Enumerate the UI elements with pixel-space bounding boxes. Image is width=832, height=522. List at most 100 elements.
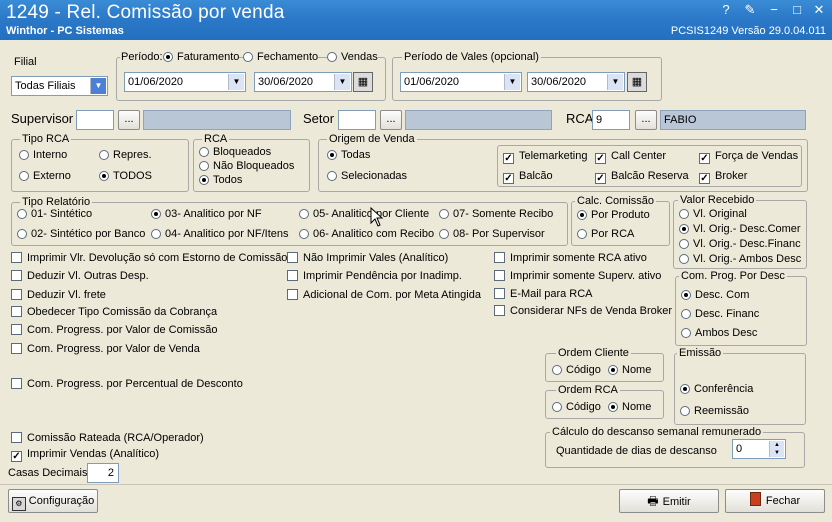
config-icon: ⚙ [11, 497, 26, 511]
tipo-rca-externo-radio[interactable]: Externo [19, 170, 71, 183]
emissao-label: Emissão [677, 346, 724, 360]
check-nao-imprimir-vales[interactable]: Não Imprimir Vales (Analítico) [287, 252, 448, 265]
casas-decimais-label: Casas Decimais [8, 467, 88, 479]
chevron-down-icon[interactable]: ▼ [504, 74, 520, 90]
ordem-cliente-label: Ordem Cliente [556, 346, 631, 360]
setor-code-field[interactable] [338, 110, 376, 130]
rca-code-field[interactable]: 9 [592, 110, 630, 130]
spinner-arrows-icon[interactable]: ▲ ▼ [769, 441, 784, 457]
check-progress-percentual-desconto[interactable]: Com. Progress. por Percentual de Descont… [11, 378, 243, 391]
maximize-icon[interactable]: □ [787, 2, 807, 18]
help-icon[interactable]: ? [716, 2, 736, 18]
edit-icon[interactable]: ✎ [740, 2, 760, 18]
check-devolucao-estorno[interactable]: Imprimir Vlr. Devolução só com Estorno d… [11, 252, 287, 265]
rca-search-button[interactable]: ... [635, 110, 657, 130]
periodo-fechamento-radio[interactable]: Fechamento [243, 51, 319, 64]
tipo-rca-group: Tipo RCA [11, 132, 189, 192]
check-comissao-rateada[interactable]: Comissão Rateada (RCA/Operador) [11, 432, 204, 445]
ordem-rca-codigo-radio[interactable]: Código [552, 401, 601, 414]
check-email-rca[interactable]: E-Mail para RCA [494, 288, 593, 301]
check-nfs-venda-broker[interactable]: Considerar NFs de Venda Broker [494, 305, 672, 318]
origem-forca-vendas-check[interactable]: ✓ Força de Vendas [699, 150, 798, 164]
calc-por-rca-radio[interactable]: Por RCA [577, 228, 634, 241]
relatorio-06-radio[interactable]: 06- Analitico com Recibo [299, 228, 434, 241]
exit-door-icon [749, 492, 761, 506]
rca-name-field: FABIO [660, 110, 806, 130]
ordem-cliente-codigo-radio[interactable]: Código [552, 364, 601, 377]
rca-label: RCA [566, 111, 594, 126]
check-adicional-meta[interactable]: Adicional de Com. por Meta Atingida [287, 289, 481, 302]
relatorio-01-radio[interactable]: 01- Sintético [17, 208, 92, 221]
rca-todos-radio[interactable]: Todos [199, 174, 242, 187]
setor-search-button[interactable]: ... [380, 110, 402, 130]
casas-decimais-field[interactable]: 2 [87, 463, 119, 483]
origem-telemarketing-check[interactable]: ✓ Telemarketing [503, 150, 587, 164]
com-prog-desc-financ-radio[interactable]: Desc. Financ [681, 308, 759, 321]
check-obedecer-tipo-comissao[interactable]: Obedecer Tipo Comissão da Cobrança [11, 306, 217, 319]
check-somente-superv-ativo[interactable]: Imprimir somente Superv. ativo [494, 270, 661, 283]
relatorio-07-radio[interactable]: 07- Somente Recibo [439, 208, 553, 221]
relatorio-03-radio[interactable]: 03- Analitico por NF [151, 208, 262, 221]
emitir-button[interactable]: 🖶 Emitir [619, 489, 719, 513]
chevron-down-icon[interactable]: ▼ [90, 78, 106, 94]
descanso-qtd-label: Quantidade de dias de descanso [556, 445, 717, 457]
check-progress-valor-comissao[interactable]: Com. Progress. por Valor de Comissão [11, 324, 218, 337]
rca-nao-bloqueados-radio[interactable]: Não Bloqueados [199, 160, 294, 173]
calc-por-produto-radio[interactable]: Por Produto [577, 209, 650, 222]
origem-todas-radio[interactable]: Todas [327, 149, 370, 162]
relatorio-05-radio[interactable]: 05- Analitico por Cliente [299, 208, 429, 221]
ordem-cliente-nome-radio[interactable]: Nome [608, 364, 651, 377]
check-progress-valor-venda[interactable]: Com. Progress. por Valor de Venda [11, 343, 200, 356]
ordem-rca-nome-radio[interactable]: Nome [608, 401, 651, 414]
relatorio-08-radio[interactable]: 08- Por Supervisor [439, 228, 545, 241]
origem-call-center-check[interactable]: ✓ Call Center [595, 150, 666, 164]
origem-broker-check[interactable]: ✓ Broker [699, 170, 747, 184]
valor-ambos-desc-radio[interactable]: Vl. Orig.- Ambos Desc [679, 253, 801, 266]
check-pendencia-inadimp[interactable]: Imprimir Pendência por Inadimp. [287, 270, 462, 283]
tipo-rca-todos-radio[interactable]: TODOS [99, 170, 152, 183]
origem-selecionadas-radio[interactable]: Selecionadas [327, 170, 407, 183]
descanso-label: Cálculo do descanso semanal remunerado [550, 425, 764, 439]
supervisor-code-field[interactable] [76, 110, 114, 130]
check-somente-rca-ativo[interactable]: Imprimir somente RCA ativo [494, 252, 647, 265]
fechar-button[interactable]: Fechar [725, 489, 825, 513]
setor-name-field [405, 110, 552, 130]
emissao-reemissao-radio[interactable]: Reemissão [680, 405, 749, 418]
check-deduzir-outras-desp[interactable]: Deduzir Vl. Outras Desp. [11, 270, 149, 283]
calendar-icon[interactable]: ▦ [627, 72, 647, 92]
check-deduzir-frete[interactable]: Deduzir Vl. frete [11, 289, 106, 302]
descanso-qtd-field[interactable]: 0 ▲ ▼ [732, 439, 786, 459]
calendar-icon[interactable]: ▦ [353, 72, 373, 92]
minimize-icon[interactable]: − [764, 2, 784, 18]
tipo-relatorio-label: Tipo Relatório [20, 195, 93, 209]
periodo-start-field[interactable]: 01/06/2020 ▼ [124, 72, 246, 92]
periodo-vendas-radio[interactable]: Vendas [327, 51, 378, 64]
filial-select[interactable]: Todas Filiais ▼ [11, 76, 108, 96]
chevron-down-icon[interactable]: ▼ [334, 74, 350, 90]
origem-balcao-reserva-check[interactable]: ✓ Balcão Reserva [595, 170, 689, 184]
rca-bloqueados-radio[interactable]: Bloqueados [199, 146, 271, 159]
com-prog-desc-com-radio[interactable]: Desc. Com [681, 289, 749, 302]
origem-balcao-check[interactable]: ✓ Balcão [503, 170, 553, 184]
tipo-rca-interno-radio[interactable]: Interno [19, 149, 67, 162]
valor-desc-comer-radio[interactable]: Vl. Orig.- Desc.Comer [679, 223, 801, 236]
periodo-faturamento-radio[interactable]: Faturamento [163, 51, 240, 64]
tipo-rca-repres-radio[interactable]: Repres. [99, 149, 152, 162]
periodo-end-field[interactable]: 30/06/2020 ▼ [254, 72, 352, 92]
relatorio-04-radio[interactable]: 04- Analitico por NF/Itens [151, 228, 289, 241]
relatorio-02-radio[interactable]: 02- Sintético por Banco [17, 228, 145, 241]
vales-start-field[interactable]: 01/06/2020 ▼ [400, 72, 522, 92]
close-icon[interactable]: ✕ [809, 2, 829, 18]
com-prog-ambos-radio[interactable]: Ambos Desc [681, 327, 757, 340]
tipo-rca-label: Tipo RCA [20, 132, 72, 146]
configuracao-button[interactable]: ⚙ Configuração [8, 489, 98, 513]
valor-original-radio[interactable]: Vl. Original [679, 208, 747, 221]
chevron-down-icon[interactable]: ▼ [607, 74, 623, 90]
chevron-down-icon[interactable]: ▼ [228, 74, 244, 90]
vales-end-field[interactable]: 30/06/2020 ▼ [527, 72, 625, 92]
check-imprimir-vendas-analitico[interactable]: ✓ Imprimir Vendas (Analítico) [11, 448, 159, 462]
printer-icon: 🖶 [647, 494, 659, 508]
supervisor-search-button[interactable]: ... [118, 110, 140, 130]
valor-desc-financ-radio[interactable]: Vl. Orig.- Desc.Financ [679, 238, 801, 251]
emissao-conferencia-radio[interactable]: Conferência [680, 383, 753, 396]
